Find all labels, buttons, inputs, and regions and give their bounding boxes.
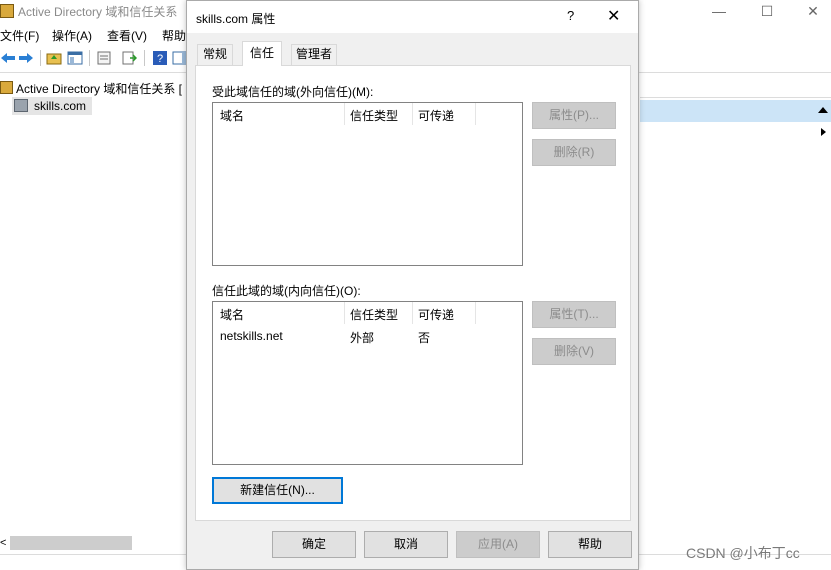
column-divider[interactable] [412,302,413,324]
column-divider[interactable] [475,103,476,125]
toolbar-separator [144,50,145,66]
horizontal-scrollbar-thumb[interactable] [10,536,132,550]
column-domain-name[interactable]: 域名 [220,306,244,323]
show-hide-console-tree-icon[interactable] [67,50,83,66]
menu-help[interactable]: 帮助 [162,27,186,44]
outgoing-trusts-list[interactable]: 域名 信任类型 可传递 [212,102,523,266]
toolbar-separator [40,50,41,66]
incoming-trusts-list[interactable]: 域名 信任类型 可传递 netskills.net 外部 否 [212,301,523,465]
tab-general[interactable]: 常规 [197,44,233,65]
ad-domains-tree-icon [0,81,13,94]
menu-action[interactable]: 操作(A) [52,27,92,44]
up-folder-icon[interactable] [46,50,62,66]
outgoing-list-header: 域名 信任类型 可传递 [213,103,522,125]
cancel-button[interactable]: 取消 [364,531,448,558]
incoming-properties-button[interactable]: 属性(T)... [532,301,616,328]
tree-item-skills-com[interactable]: skills.com [12,97,92,115]
column-divider[interactable] [344,103,345,125]
csdn-watermark: CSDN @小布丁cc [686,545,800,561]
domain-icon [14,99,28,112]
trusts-tab-panel: 受此域信任的域(外向信任)(M): 域名 信任类型 可传递 属性(P)... 删… [195,65,631,521]
dialog-title: skills.com 属性 [196,12,276,26]
trust-row-domain: netskills.net [220,329,283,343]
dialog-close-icon[interactable]: ✕ [607,6,620,26]
mmc-window-title: Active Directory 域和信任关系 [18,5,178,19]
incoming-list-header: 域名 信任类型 可传递 [213,302,522,324]
trust-row-type: 外部 [350,331,375,345]
outgoing-trusts-label: 受此域信任的域(外向信任)(M): [212,85,374,99]
actions-pane-selected-section[interactable] [640,100,831,122]
column-domain-name[interactable]: 域名 [220,107,244,124]
incoming-trusts-label: 信任此域的域(内向信任)(O): [212,284,361,298]
back-arrow-icon[interactable] [0,50,16,66]
menu-file[interactable]: 文件(F) [0,27,39,44]
domain-properties-dialog: skills.com 属性 ? ✕ 常规 信任 管理者 受此域信任的域(外向信任… [186,0,639,570]
column-divider[interactable] [344,302,345,324]
tab-trusts[interactable]: 信任 [242,41,282,66]
outgoing-remove-button[interactable]: 删除(R) [532,139,616,166]
minimize-button[interactable]: — [696,0,742,24]
svg-text:?: ? [157,53,163,65]
scroll-left-arrow-icon[interactable]: < [0,537,6,549]
properties-icon[interactable] [96,50,112,66]
tree-item-label: skills.com [34,99,87,113]
expand-right-arrow-icon[interactable] [821,128,826,136]
maximize-button[interactable]: ☐ [744,0,790,24]
column-transitive[interactable]: 可传递 [418,107,454,124]
trust-row-transitive: 否 [418,331,431,345]
tree-root-label: Active Directory 域和信任关系 [ [16,82,183,96]
collapse-up-arrow-icon[interactable] [818,107,828,113]
column-divider[interactable] [412,103,413,125]
menu-view[interactable]: 查看(V) [107,27,147,44]
ok-button[interactable]: 确定 [272,531,356,558]
ad-domains-app-icon [0,4,14,18]
tab-managed-by[interactable]: 管理者 [291,44,337,65]
apply-button[interactable]: 应用(A) [456,531,540,558]
dialog-help-icon[interactable]: ? [567,8,574,23]
column-trust-type[interactable]: 信任类型 [350,306,398,323]
column-divider[interactable] [475,302,476,324]
outgoing-properties-button[interactable]: 属性(P)... [532,102,616,129]
export-list-icon[interactable] [121,50,137,66]
new-trust-button[interactable]: 新建信任(N)... [212,477,343,504]
column-trust-type[interactable]: 信任类型 [350,107,398,124]
close-button[interactable]: ✕ [790,0,831,24]
help-button[interactable]: 帮助 [548,531,632,558]
column-transitive[interactable]: 可传递 [418,306,454,323]
incoming-remove-button[interactable]: 删除(V) [532,338,616,365]
forward-arrow-icon[interactable] [18,50,34,66]
help-icon[interactable]: ? [152,50,168,66]
actions-pane-header [640,78,831,98]
dialog-titlebar: skills.com 属性 ? ✕ [187,1,638,33]
toolbar-separator [89,50,90,66]
